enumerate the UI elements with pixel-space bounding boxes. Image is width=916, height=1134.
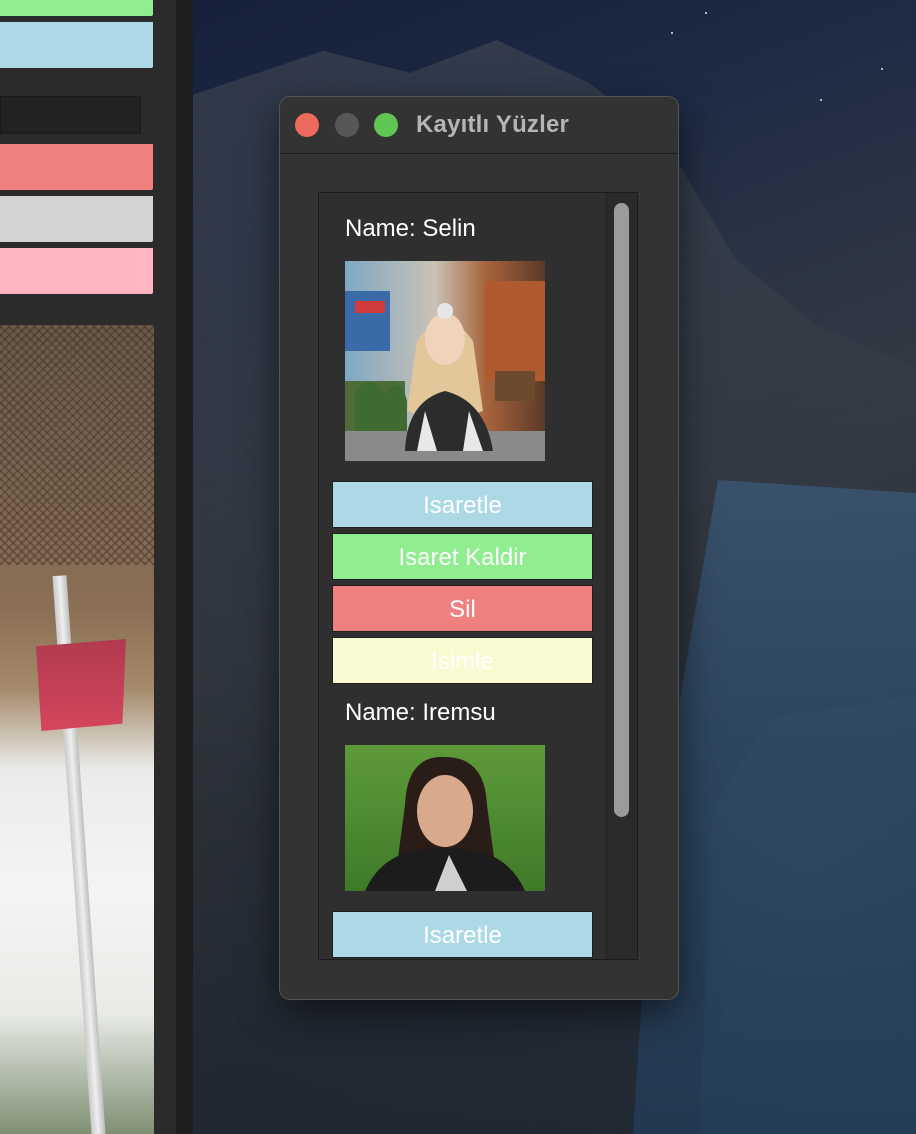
faces-scroll-area[interactable]: Name: Selin Isaretle Isaret Kaldir Sil I…: [318, 192, 638, 960]
faces-list: Name: Selin Isaretle Isaret Kaldir Sil I…: [319, 193, 607, 959]
face-photo-selin: [345, 261, 545, 461]
title-bar[interactable]: Kayıtlı Yüzler: [280, 97, 678, 154]
mark-button-iremsu[interactable]: Isaretle: [332, 911, 593, 958]
unmark-button-selin[interactable]: Isaret Kaldir: [332, 533, 593, 580]
face-name-label: Name: Iremsu: [345, 699, 496, 726]
star: [881, 68, 883, 70]
window-divider: [176, 0, 193, 1134]
face-photo-selin-image: [345, 261, 545, 461]
close-window-button[interactable]: [295, 113, 319, 137]
star: [671, 32, 673, 34]
gray-bar[interactable]: [0, 196, 153, 242]
face-photo-iremsu: [345, 745, 545, 891]
background-app-window: [0, 0, 193, 1134]
face-photo-iremsu-image: [345, 745, 545, 891]
scrollbar-thumb[interactable]: [614, 203, 629, 817]
camera-preview: [0, 325, 154, 1134]
star: [820, 99, 822, 101]
delete-button-selin[interactable]: Sil: [332, 585, 593, 632]
face-entry-selin: Name: Selin Isaretle Isaret Kaldir Sil I…: [319, 193, 607, 686]
blue-bar[interactable]: [0, 22, 153, 68]
star: [705, 12, 707, 14]
face-name-label: Name: Selin: [345, 215, 476, 242]
red-bar[interactable]: [0, 144, 153, 190]
lamp-shade: [36, 639, 126, 731]
mark-button-selin[interactable]: Isaretle: [332, 481, 593, 528]
face-entry-iremsu: Name: Iremsu Isaretle: [319, 686, 607, 959]
window-title: Kayıtlı Yüzler: [416, 111, 570, 138]
ceiling-grid: [0, 325, 154, 565]
dark-input-field[interactable]: [0, 96, 141, 134]
pink-bar[interactable]: [0, 248, 153, 294]
maximize-window-button[interactable]: [374, 113, 398, 137]
scrollbar[interactable]: [606, 193, 637, 959]
saved-faces-window: Kayıtlı Yüzler Name: Selin Isaretle Isar…: [279, 96, 679, 1000]
rename-button-selin[interactable]: Isimle: [332, 637, 593, 684]
minimize-window-button[interactable]: [335, 113, 359, 137]
green-bar[interactable]: [0, 0, 153, 16]
